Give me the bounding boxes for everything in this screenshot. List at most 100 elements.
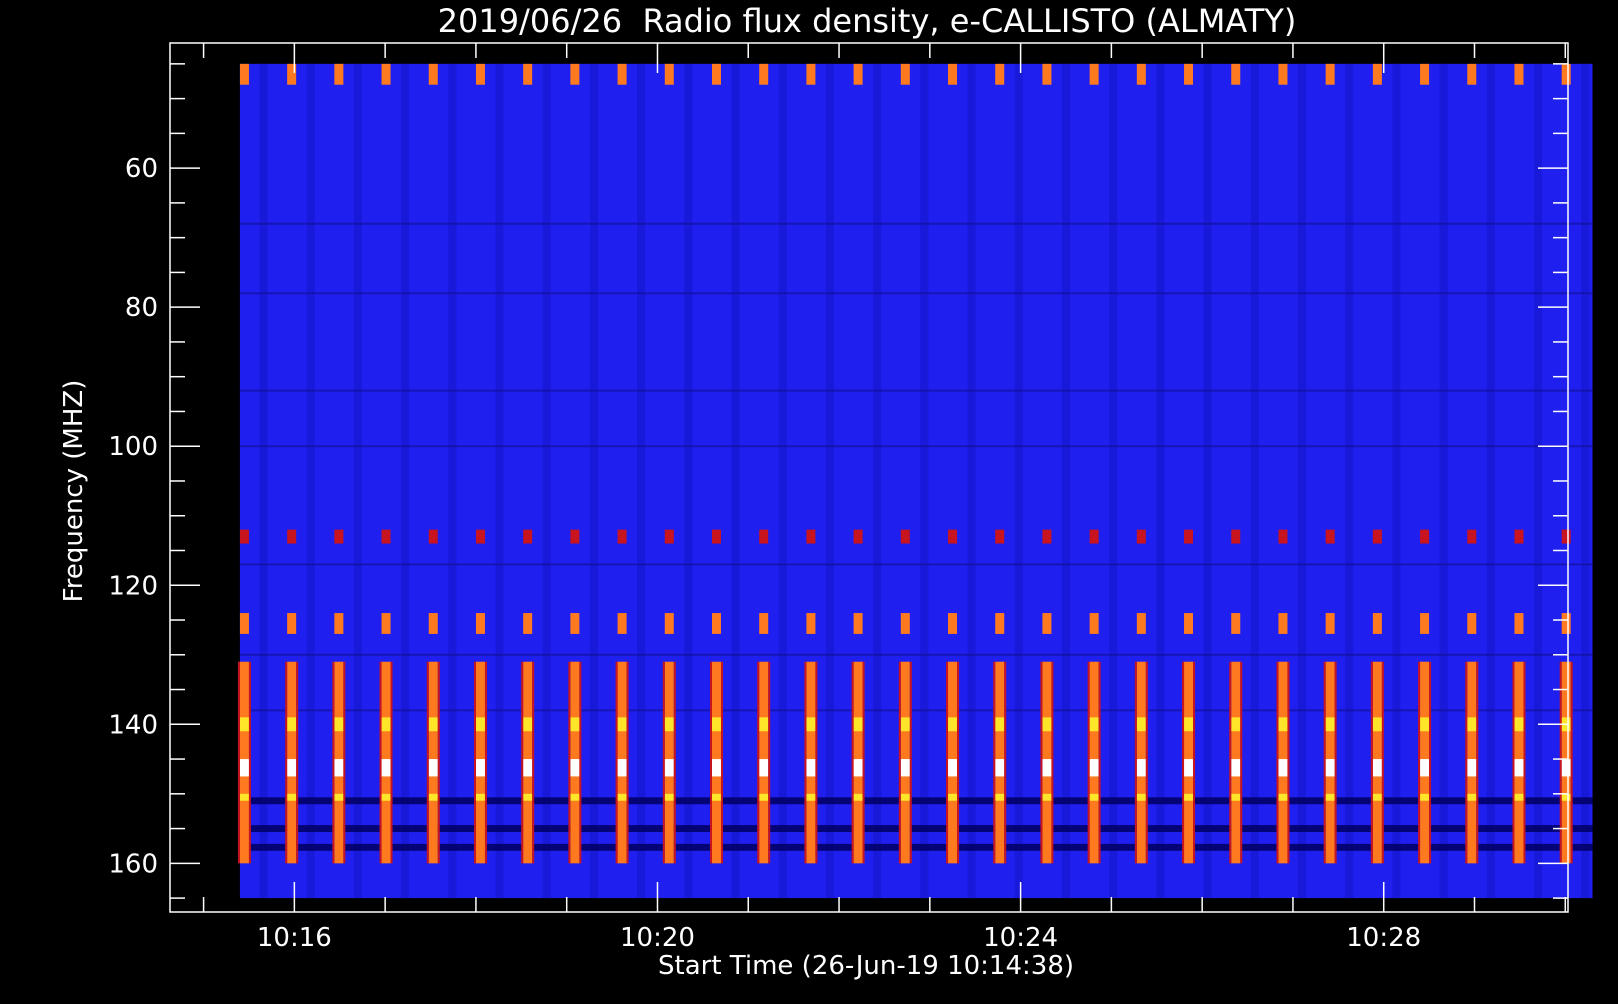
- calibration-pulse: [475, 793, 485, 801]
- calibration-pulse: [428, 529, 438, 544]
- pulse-edge: [768, 661, 771, 864]
- calibration-pulse: [1136, 759, 1146, 777]
- calibration-pulse: [334, 793, 344, 801]
- calibration-pulse: [1231, 529, 1241, 544]
- calibration-pulse: [287, 717, 297, 732]
- faint-band: [239, 292, 1593, 295]
- calibration-pulse: [711, 529, 721, 544]
- calibration-pulse: [1278, 529, 1288, 544]
- faint-band: [239, 222, 1593, 225]
- calibration-pulse: [806, 613, 816, 634]
- pulse-edge: [1465, 661, 1468, 864]
- darker-column: [1109, 63, 1118, 899]
- calibration-pulse: [1467, 63, 1477, 85]
- calibration-pulse: [1184, 529, 1194, 544]
- calibration-pulse: [853, 759, 863, 777]
- calibration-pulse: [664, 759, 674, 777]
- calibration-pulse: [1278, 759, 1288, 777]
- calibration-pulse: [664, 613, 674, 634]
- calibration-pulse: [1372, 529, 1382, 544]
- pulse-edge: [862, 661, 865, 864]
- darker-column: [1581, 63, 1590, 899]
- calibration-pulse: [1136, 613, 1146, 634]
- darker-column: [778, 63, 787, 899]
- calibration-pulse: [1231, 793, 1241, 801]
- calibration-pulse: [570, 63, 580, 85]
- calibration-pulse: [948, 63, 958, 85]
- calibration-pulse: [570, 613, 580, 634]
- darker-column: [589, 63, 598, 899]
- darker-column: [920, 63, 929, 899]
- calibration-pulse: [334, 717, 344, 732]
- y-axis-label: Frequency (MHZ): [59, 380, 89, 603]
- calibration-pulse: [664, 63, 674, 85]
- darker-column: [542, 63, 551, 899]
- pulse-edge: [237, 661, 240, 864]
- calibration-pulse: [1089, 717, 1099, 732]
- calibration-pulse: [759, 759, 769, 777]
- calibration-pulse: [570, 793, 580, 801]
- darker-column: [1061, 63, 1070, 899]
- calibration-pulse: [1278, 613, 1288, 634]
- calibration-pulse: [1089, 613, 1099, 634]
- darker-column: [1156, 63, 1165, 899]
- pulse-edge: [1381, 661, 1384, 864]
- calibration-pulse: [570, 717, 580, 732]
- pulse-edge: [484, 661, 487, 864]
- calibration-pulse: [523, 717, 533, 732]
- calibration-pulse: [1231, 717, 1241, 732]
- calibration-pulse: [948, 613, 958, 634]
- darker-column: [731, 63, 740, 899]
- calibration-pulse: [1325, 717, 1335, 732]
- dark-band: [239, 843, 1593, 851]
- pulse-edge: [720, 661, 723, 864]
- calibration-pulse: [287, 613, 297, 634]
- calibration-pulse: [1467, 759, 1477, 777]
- calibration-pulse: [1136, 717, 1146, 732]
- spectrogram-chart: 60 80 100 120 140 160 10:16 10:20 10:24 10:28 201…: [0, 0, 1618, 1004]
- pulse-edge: [1570, 661, 1573, 864]
- calibration-pulse: [1325, 759, 1335, 777]
- pulse-edge: [473, 661, 476, 864]
- calibration-pulse: [334, 759, 344, 777]
- calibration-pulse: [570, 759, 580, 777]
- darker-column: [448, 63, 457, 899]
- calibration-pulse: [1325, 529, 1335, 544]
- darker-column: [1486, 63, 1495, 899]
- pulse-edge: [1323, 661, 1326, 864]
- calibration-pulse: [475, 613, 485, 634]
- calibration-pulse: [1231, 63, 1241, 85]
- calibration-pulse: [948, 793, 958, 801]
- calibration-pulse: [1042, 759, 1052, 777]
- pulse-edge: [662, 661, 665, 864]
- calibration-pulse: [1184, 63, 1194, 85]
- calibration-pulse: [759, 63, 769, 85]
- calibration-pulse: [239, 613, 249, 634]
- calibration-pulse: [806, 759, 816, 777]
- pulse-edge: [1559, 661, 1562, 864]
- darker-column: [1298, 63, 1307, 899]
- heatmap-layer: [237, 63, 1593, 899]
- calibration-pulse: [995, 717, 1005, 732]
- calibration-pulse: [1231, 759, 1241, 777]
- calibration-pulse: [239, 793, 249, 801]
- y-tick-label: 140: [108, 710, 158, 740]
- y-tick-label: 120: [108, 571, 158, 601]
- calibration-pulse: [995, 759, 1005, 777]
- calibration-pulse: [806, 529, 816, 544]
- calibration-pulse: [1184, 613, 1194, 634]
- pulse-edge: [426, 661, 429, 864]
- calibration-pulse: [1325, 63, 1335, 85]
- calibration-pulse: [1278, 717, 1288, 732]
- calibration-pulse: [1136, 529, 1146, 544]
- calibration-pulse: [948, 529, 958, 544]
- calibration-pulse: [287, 759, 297, 777]
- calibration-pulse: [1042, 529, 1052, 544]
- calibration-pulse: [1514, 63, 1524, 85]
- pulse-edge: [296, 661, 299, 864]
- calibration-pulse: [853, 717, 863, 732]
- calibration-pulse: [1420, 529, 1430, 544]
- calibration-pulse: [523, 793, 533, 801]
- pulse-edge: [815, 661, 818, 864]
- calibration-pulse: [617, 759, 627, 777]
